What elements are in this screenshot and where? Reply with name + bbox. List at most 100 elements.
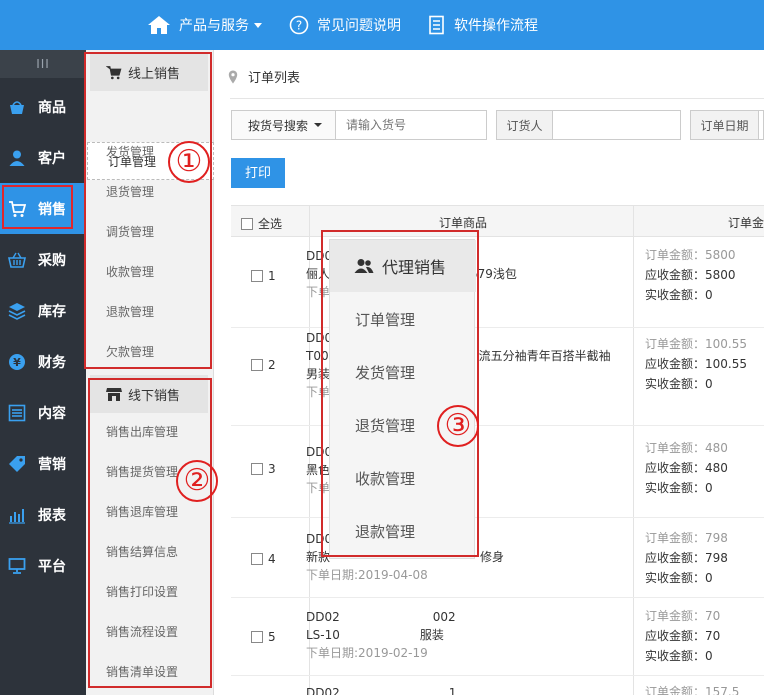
- order-number-text: DD02: [306, 686, 340, 695]
- search-type-dropdown[interactable]: 按货号搜索: [231, 110, 336, 140]
- row-number: 4: [268, 552, 276, 566]
- col-amount-header: 订单金: [728, 216, 764, 230]
- order-amount: 订单金额：5800: [645, 248, 736, 262]
- order-number-text: DD02: [306, 610, 340, 624]
- layers-icon: [8, 302, 26, 320]
- row-select[interactable]: 3: [251, 462, 276, 476]
- row-divider: [231, 517, 764, 518]
- table-header: 全选 订单商品 订单金: [231, 205, 764, 237]
- order-date: 下单日期:2019-02-19: [306, 646, 428, 660]
- row-divider: [231, 425, 764, 426]
- row-number: 1: [268, 269, 276, 283]
- nav-products-label: 产品与服务: [179, 18, 249, 34]
- order-amount: 订单金额：70: [645, 609, 721, 623]
- sidebar-item-reports[interactable]: 报表: [0, 489, 86, 540]
- product-text: LS-10: [306, 628, 340, 642]
- sidebar-label: 采购: [38, 252, 66, 269]
- sidebar-item-content[interactable]: 内容: [0, 387, 86, 438]
- nav-products-services[interactable]: 产品与服务: [147, 0, 262, 50]
- sidebar-item-customers[interactable]: 客户: [0, 132, 86, 183]
- order-number[interactable]: DD02 002: [306, 608, 626, 626]
- row-checkbox[interactable]: [251, 631, 263, 643]
- receivable-amount: 应收金额：100.55: [645, 357, 747, 371]
- print-button[interactable]: 打印: [231, 158, 285, 188]
- order-amounts: 订单金额：480 应收金额：480 实收金额：0: [645, 438, 728, 498]
- shopping-basket-icon: [8, 252, 26, 268]
- row-number: 2: [268, 358, 276, 372]
- page-title: 订单列表: [248, 71, 301, 86]
- row-select[interactable]: 2: [251, 358, 276, 372]
- search-input[interactable]: [335, 110, 487, 140]
- order-number[interactable]: DD02 1: [306, 684, 626, 695]
- nav-faq[interactable]: ? 常见问题说明: [289, 0, 401, 50]
- product-name: LS-10 服装: [306, 626, 626, 644]
- order-amounts: 订单金额：70 应收金额：70 实收金额：0: [645, 606, 720, 666]
- nav-software-flow[interactable]: 软件操作流程: [428, 0, 538, 50]
- order-amounts: 订单金额：798 应收金额：798 实收金额：0: [645, 528, 728, 588]
- annotation-number-3: ③: [437, 405, 479, 447]
- row-divider: [231, 327, 764, 328]
- order-number-text: 1: [448, 686, 457, 695]
- annotation-box-offline: [88, 378, 212, 688]
- select-all[interactable]: 全选: [241, 215, 282, 232]
- chevron-down-icon: [314, 123, 323, 127]
- received-amount: 实收金额：0: [645, 481, 713, 495]
- main-sidebar: III 商品 客户 销售 采购 库存 ¥ 财务 内容 营销 报表 平台: [0, 50, 86, 695]
- row-divider: [231, 597, 764, 598]
- receivable-amount: 应收金额：5800: [645, 268, 736, 282]
- tag-icon: [9, 455, 25, 472]
- row-select[interactable]: 4: [251, 552, 276, 566]
- sidebar-label: 商品: [38, 99, 66, 116]
- row-checkbox[interactable]: [251, 463, 263, 475]
- order-amount: 订单金额：798: [645, 531, 728, 545]
- sidebar-label: 报表: [38, 507, 66, 524]
- order-amount: 订单金额：100.55: [645, 337, 747, 351]
- monitor-icon: [8, 557, 26, 574]
- annotation-number-1: ①: [168, 141, 210, 183]
- row-number: 3: [268, 462, 276, 476]
- sidebar-label: 内容: [38, 405, 66, 422]
- row-number: 5: [268, 630, 276, 644]
- sidebar-item-marketing[interactable]: 营销: [0, 438, 86, 489]
- bar-chart-icon: [9, 508, 25, 524]
- row-checkbox[interactable]: [251, 270, 263, 282]
- location-pin-icon: [228, 70, 238, 83]
- row-select[interactable]: 5: [251, 630, 276, 644]
- order-amounts: 订单金额：100.55 应收金额：100.55 实收金额：0: [645, 334, 747, 394]
- breadcrumb: 订单列表: [228, 67, 300, 86]
- select-all-checkbox[interactable]: [241, 217, 253, 230]
- annotation-box-online: [84, 52, 212, 369]
- annotation-box-sales: [2, 185, 73, 229]
- orderer-label: 订货人: [496, 110, 553, 140]
- sidebar-label: 财务: [38, 354, 66, 371]
- main-content: 订单列表 按货号搜索 订货人 订单日期 打印 全选 订单商品 订单金 1 DD0…: [214, 50, 764, 695]
- sidebar-item-finance[interactable]: ¥ 财务: [0, 336, 86, 387]
- home-icon: [148, 16, 170, 34]
- row-select[interactable]: 1: [251, 269, 276, 283]
- order-product: DD02 002 LS-10 服装 下单日期:2019-02-19: [306, 608, 626, 662]
- sidebar-item-inventory[interactable]: 库存: [0, 285, 86, 336]
- order-amounts: 订单金额：157.5: [645, 682, 739, 695]
- user-icon: [9, 150, 25, 166]
- sidebar-label: 营销: [38, 456, 66, 473]
- sidebar-item-platform[interactable]: 平台: [0, 540, 86, 591]
- list-icon: [8, 404, 26, 421]
- orderer-input[interactable]: [552, 110, 681, 140]
- order-amount: 订单金额：480: [645, 441, 728, 455]
- sidebar-label: 库存: [38, 303, 66, 320]
- row-divider: [231, 675, 764, 676]
- svg-text:?: ?: [296, 19, 302, 33]
- search-type-label: 按货号搜索: [248, 118, 309, 133]
- sidebar-item-products[interactable]: 商品: [0, 81, 86, 132]
- order-date-input[interactable]: [758, 110, 764, 140]
- row-checkbox[interactable]: [251, 553, 263, 565]
- receivable-amount: 应收金额：798: [645, 551, 728, 565]
- sidebar-item-purchase[interactable]: 采购: [0, 234, 86, 285]
- sidebar-label: 客户: [38, 150, 66, 167]
- order-number-text: 002: [432, 610, 456, 624]
- order-amount: 订单金额：157.5: [645, 685, 740, 695]
- basket-icon: [10, 100, 24, 114]
- nav-faq-label: 常见问题说明: [317, 18, 401, 34]
- row-checkbox[interactable]: [251, 359, 263, 371]
- sidebar-collapse-toggle[interactable]: III: [0, 50, 86, 78]
